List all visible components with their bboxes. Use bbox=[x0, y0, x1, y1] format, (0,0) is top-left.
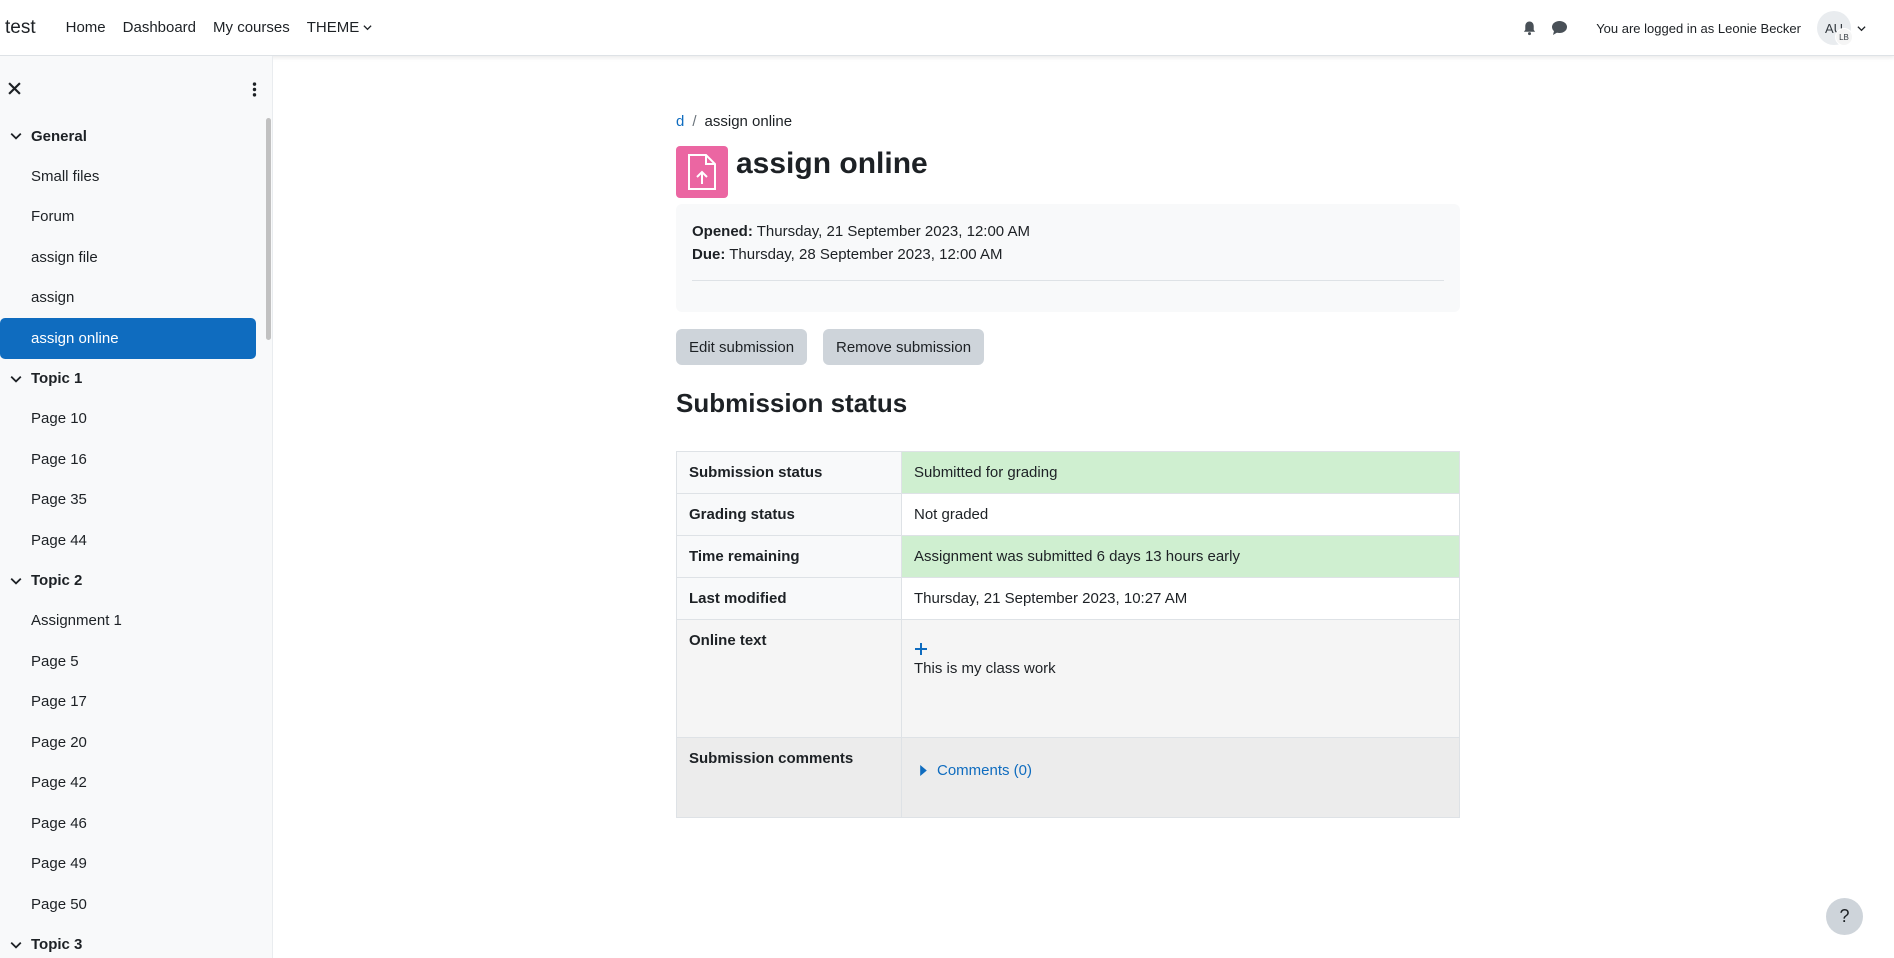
navbar-user-area: You are logged in as Leonie Becker AU LB bbox=[1522, 0, 1894, 56]
row-label: Grading status bbox=[676, 493, 902, 536]
chevron-down-icon[interactable] bbox=[10, 939, 22, 951]
site-brand[interactable]: test bbox=[5, 17, 36, 39]
chevron-down-icon[interactable] bbox=[10, 575, 22, 587]
close-drawer-button[interactable] bbox=[8, 82, 21, 100]
nav-theme-label: THEME bbox=[306, 19, 360, 36]
course-item-page-10[interactable]: Page 10 bbox=[0, 399, 262, 440]
chevron-down-icon[interactable] bbox=[10, 373, 22, 385]
course-item-page-35[interactable]: Page 35 bbox=[0, 480, 262, 521]
section-title: Topic 2 bbox=[31, 572, 83, 589]
last-modified-value: Thursday, 21 September 2023, 10:27 AM bbox=[901, 577, 1460, 620]
opened-value: Thursday, 21 September 2023, 12:00 AM bbox=[756, 223, 1030, 240]
submission-status-table: Submission status Submitted for grading … bbox=[676, 451, 1460, 818]
chevron-down-icon[interactable] bbox=[10, 130, 22, 142]
course-item-page-49[interactable]: Page 49 bbox=[0, 844, 262, 885]
notifications-bell-icon[interactable] bbox=[1522, 20, 1537, 36]
time-remaining-value: Assignment was submitted 6 days 13 hours… bbox=[901, 535, 1460, 578]
course-item-small-files[interactable]: Small files bbox=[0, 156, 262, 197]
logged-in-as-text: You are logged in as Leonie Becker bbox=[1596, 20, 1801, 36]
course-index-drawer: General Small files Forum assign file as… bbox=[0, 56, 273, 958]
row-label: Submission status bbox=[676, 451, 902, 494]
top-navbar: test Home Dashboard My courses THEME You… bbox=[0, 0, 1894, 56]
course-item-assign-online[interactable]: assign online bbox=[0, 318, 256, 359]
course-index-list: General Small files Forum assign file as… bbox=[0, 116, 262, 958]
row-label: Submission comments bbox=[676, 737, 902, 818]
course-item-page-42[interactable]: Page 42 bbox=[0, 763, 262, 804]
drawer-options-button[interactable] bbox=[252, 82, 257, 102]
activity-dates: Opened: Thursday, 21 September 2023, 12:… bbox=[676, 204, 1460, 312]
table-row: Grading status Not graded bbox=[676, 493, 1460, 536]
breadcrumb-separator: / bbox=[692, 113, 697, 130]
submission-status-heading: Submission status bbox=[676, 388, 908, 418]
page-title: assign online bbox=[736, 147, 928, 180]
due-date: Due: Thursday, 28 September 2023, 12:00 … bbox=[692, 243, 1444, 266]
user-menu-toggle[interactable]: AU LB bbox=[1817, 11, 1866, 46]
section-title: Topic 1 bbox=[31, 370, 83, 387]
online-text-value: This is my class work bbox=[914, 660, 1056, 677]
course-item-page-5[interactable]: Page 5 bbox=[0, 641, 262, 682]
row-label: Online text bbox=[676, 619, 902, 738]
nav-dashboard[interactable]: Dashboard bbox=[123, 19, 196, 36]
section-title: General bbox=[31, 127, 87, 145]
course-item-page-20[interactable]: Page 20 bbox=[0, 722, 262, 763]
section-topic-3[interactable]: Topic 3 bbox=[0, 925, 262, 958]
remove-submission-button[interactable]: Remove submission bbox=[823, 329, 985, 365]
table-row: Last modified Thursday, 21 September 202… bbox=[676, 577, 1460, 620]
breadcrumb-course-link[interactable]: d bbox=[676, 113, 684, 130]
table-row: Online text This is my class work bbox=[676, 619, 1460, 738]
table-row: Submission comments Comments (0) bbox=[676, 737, 1460, 818]
chevron-down-icon bbox=[1857, 25, 1866, 31]
opened-date: Opened: Thursday, 21 September 2023, 12:… bbox=[692, 220, 1444, 243]
caret-right-icon bbox=[920, 765, 927, 776]
due-label: Due: bbox=[692, 246, 726, 263]
section-topic-2[interactable]: Topic 2 bbox=[0, 561, 262, 601]
nav-home[interactable]: Home bbox=[66, 19, 106, 36]
row-label: Last modified bbox=[676, 577, 902, 620]
dates-divider bbox=[692, 280, 1444, 281]
drawer-scrollbar[interactable] bbox=[266, 118, 271, 340]
expand-plus-icon[interactable] bbox=[914, 642, 928, 656]
course-item-page-16[interactable]: Page 16 bbox=[0, 439, 262, 480]
grading-status-value: Not graded bbox=[901, 493, 1460, 536]
avatar-loginas-badge: LB bbox=[1835, 28, 1853, 46]
kebab-menu-icon bbox=[252, 82, 257, 97]
table-row: Submission status Submitted for grading bbox=[676, 451, 1460, 494]
chevron-down-icon bbox=[363, 25, 372, 31]
assignment-upload-icon bbox=[676, 146, 728, 198]
nav-my-courses[interactable]: My courses bbox=[213, 19, 290, 36]
section-title: Topic 3 bbox=[31, 936, 83, 953]
course-item-page-50[interactable]: Page 50 bbox=[0, 884, 262, 925]
online-text-cell: This is my class work bbox=[901, 619, 1460, 738]
course-item-forum[interactable]: Forum bbox=[0, 197, 262, 238]
breadcrumb: d / assign online bbox=[676, 113, 792, 130]
submission-status-value: Submitted for grading bbox=[901, 451, 1460, 494]
nav-theme-dropdown[interactable]: THEME bbox=[307, 19, 373, 36]
course-item-page-46[interactable]: Page 46 bbox=[0, 803, 262, 844]
course-item-assign-file[interactable]: assign file bbox=[0, 237, 262, 278]
table-row: Time remaining Assignment was submitted … bbox=[676, 535, 1460, 578]
help-button[interactable]: ? bbox=[1826, 898, 1863, 935]
section-general[interactable]: General bbox=[0, 116, 262, 156]
section-topic-1[interactable]: Topic 1 bbox=[0, 359, 262, 399]
course-item-page-17[interactable]: Page 17 bbox=[0, 682, 262, 723]
row-label: Time remaining bbox=[676, 535, 902, 578]
drawer-header bbox=[0, 72, 272, 108]
comments-link-label: Comments (0) bbox=[937, 762, 1033, 779]
avatar[interactable]: AU LB bbox=[1817, 11, 1853, 46]
due-value: Thursday, 28 September 2023, 12:00 AM bbox=[729, 246, 1003, 263]
opened-label: Opened: bbox=[692, 223, 753, 240]
submission-comments-cell: Comments (0) bbox=[901, 737, 1460, 818]
edit-submission-button[interactable]: Edit submission bbox=[676, 329, 808, 365]
course-item-assign[interactable]: assign bbox=[0, 278, 262, 319]
course-item-page-44[interactable]: Page 44 bbox=[0, 520, 262, 561]
messages-chat-icon[interactable] bbox=[1551, 20, 1568, 36]
course-item-assignment-1[interactable]: Assignment 1 bbox=[0, 601, 262, 642]
close-icon bbox=[8, 82, 21, 95]
comments-toggle-link[interactable]: Comments (0) bbox=[920, 762, 1447, 779]
breadcrumb-current: assign online bbox=[704, 113, 793, 130]
